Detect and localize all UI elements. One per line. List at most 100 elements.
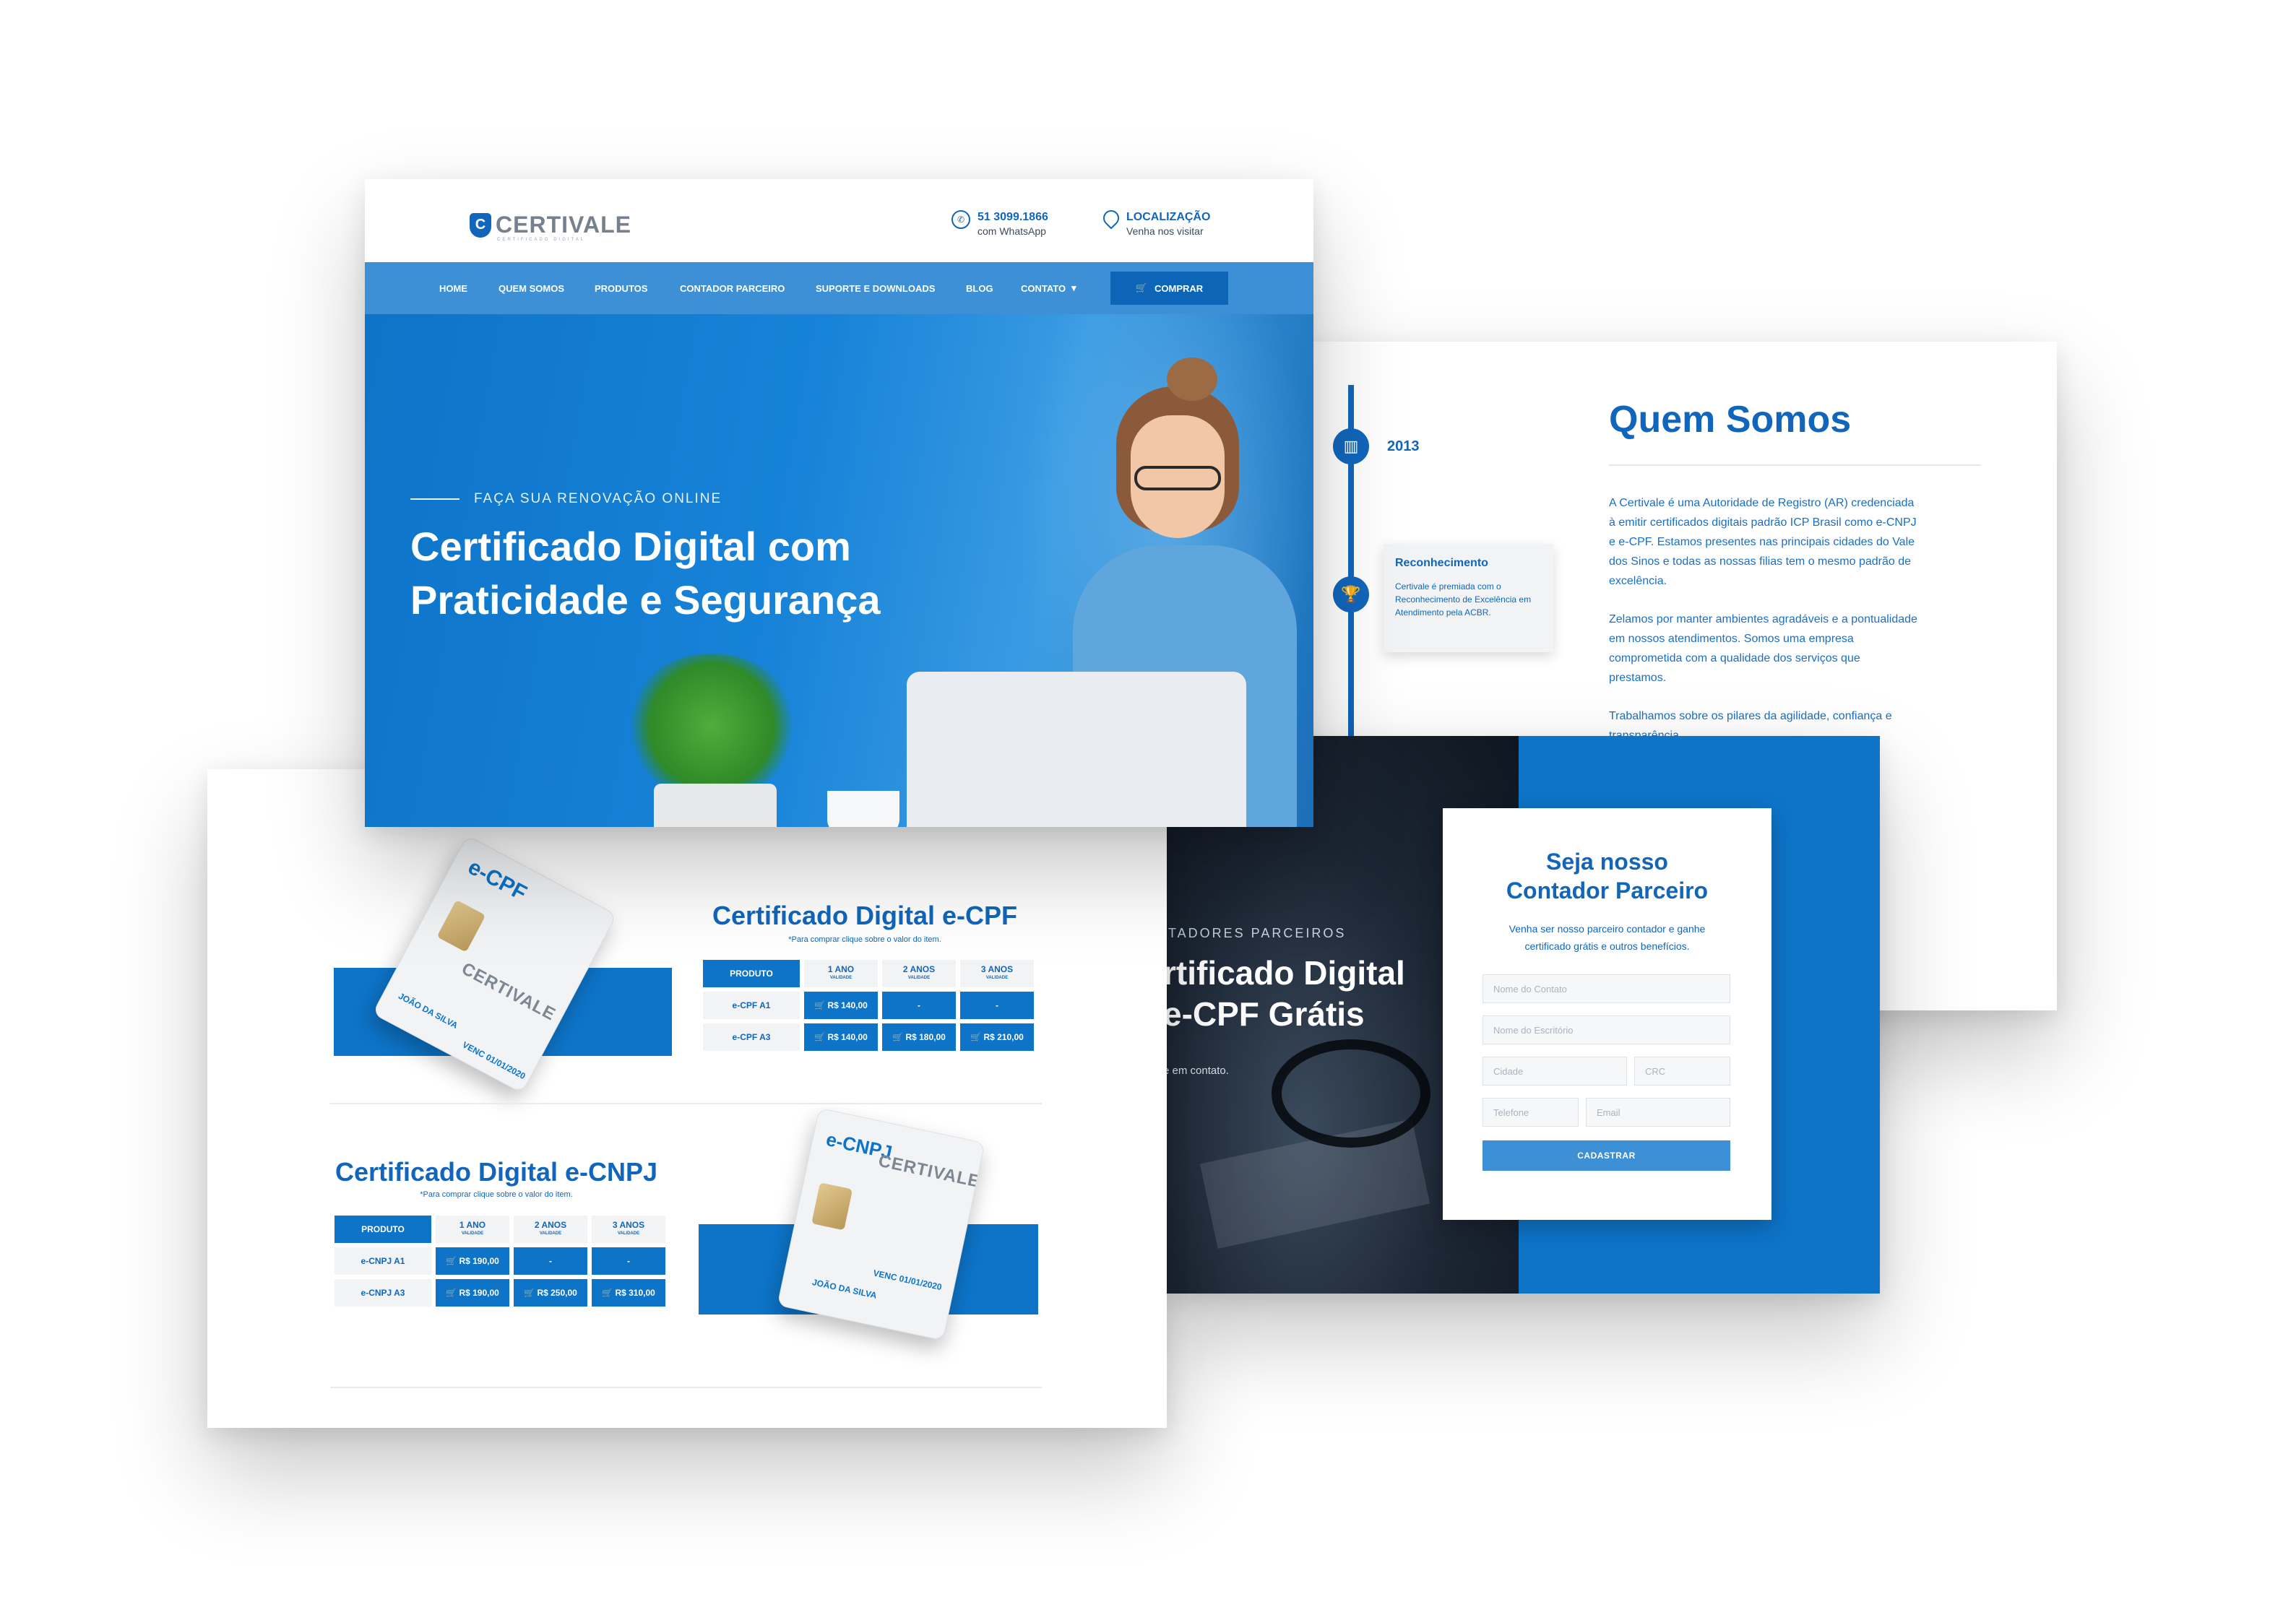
main-nav: HOME QUEM SOMOS PRODUTOS CONTADOR PARCEI… xyxy=(365,262,1313,314)
city-input[interactable]: Cidade xyxy=(1483,1057,1627,1086)
products-panel: e-CPF CERTIVALE JOÃO DA SILVA VENC 01/01… xyxy=(207,769,1167,1428)
price-button[interactable]: 🛒 R$ 210,00 xyxy=(960,1023,1034,1051)
partner-eyebrow: CONTADORES PARCEIROS xyxy=(1163,926,1347,940)
product-name: e-CNPJ A3 xyxy=(335,1279,431,1307)
price-value: R$ 250,00 xyxy=(537,1288,577,1298)
cnpj-note: *Para comprar clique sobre o valor do it… xyxy=(420,1190,573,1199)
table-row: e-CPF A1 🛒 R$ 140,00 - - xyxy=(703,992,1034,1019)
table-row: e-CNPJ A3 🛒 R$ 190,00 🛒 R$ 250,00 🛒 R$ 3… xyxy=(335,1279,665,1307)
price-button[interactable]: 🛒 R$ 180,00 xyxy=(882,1023,956,1051)
price-value: R$ 190,00 xyxy=(459,1288,499,1298)
price-button[interactable]: 🛒 R$ 190,00 xyxy=(436,1279,509,1307)
card-holder: JOÃO DA SILVA xyxy=(811,1277,878,1301)
top-header: C CERTIVALE CERTIFICADO DIGITAL ✆ 51 309… xyxy=(365,179,1313,262)
price-button[interactable]: 🛒 R$ 190,00 xyxy=(436,1247,509,1275)
eyebrow-line xyxy=(410,498,459,500)
card-expiry: VENC 01/01/2020 xyxy=(872,1268,943,1293)
price-value: R$ 210,00 xyxy=(983,1032,1024,1042)
about-paragraph: Zelamos por manter ambientes agradáveis … xyxy=(1609,613,1917,684)
building-icon: ▥ xyxy=(1333,428,1369,464)
buy-button[interactable]: 🛒 COMPRAR xyxy=(1110,272,1228,305)
phone-number: 51 3099.1866 xyxy=(977,211,1048,223)
nav-blog[interactable]: BLOG xyxy=(966,262,993,314)
price-button[interactable]: 🛒 R$ 310,00 xyxy=(592,1279,665,1307)
nav-suporte-downloads[interactable]: SUPORTE E DOWNLOADS xyxy=(816,262,935,314)
crc-input[interactable]: CRC xyxy=(1634,1057,1730,1086)
table-header-row: PRODUTO 1 ANO VALIDADE 2 ANOS VALIDADE 3 A… xyxy=(335,1216,665,1243)
column-header-label: 2 ANOS xyxy=(902,964,936,974)
brand-logo[interactable]: C CERTIVALE CERTIFICADO DIGITAL xyxy=(470,212,631,242)
price-button[interactable]: 🛒 R$ 250,00 xyxy=(514,1279,587,1307)
product-name: e-CPF A1 xyxy=(703,992,800,1019)
cpf-title: Certificado Digital e-CPF xyxy=(712,901,1018,930)
nav-produtos[interactable]: PRODUTOS xyxy=(595,262,647,314)
buy-label: COMPRAR xyxy=(1155,282,1204,294)
location-contact[interactable]: LOCALIZAÇÃO Venha nos visitar xyxy=(1100,207,1211,238)
column-header-1-year: 1 ANO VALIDADE xyxy=(804,960,878,987)
price-unavailable: - xyxy=(960,992,1034,1019)
price-unavailable: - xyxy=(514,1247,587,1275)
column-header-product: PRODUTO xyxy=(335,1216,431,1243)
phone-contact[interactable]: ✆ 51 3099.1866 com WhatsApp xyxy=(951,210,1048,238)
nav-contato[interactable]: CONTATO ▾ xyxy=(1021,262,1076,314)
partner-form-title: Seja nosso Contador Parceiro xyxy=(1443,847,1771,905)
office-name-input[interactable]: Nome do Escritório xyxy=(1483,1015,1730,1044)
product-name: e-CNPJ A1 xyxy=(335,1247,431,1275)
home-panel: C CERTIVALE CERTIFICADO DIGITAL ✆ 51 309… xyxy=(365,179,1313,827)
cart-icon: 🛒 xyxy=(1135,282,1147,293)
partner-form-title-line1: Seja nosso xyxy=(1546,849,1668,875)
brand-tagline: CERTIFICADO DIGITAL xyxy=(497,238,586,242)
nav-home[interactable]: HOME xyxy=(439,262,467,314)
chevron-down-icon: ▾ xyxy=(1071,282,1076,293)
cup-image xyxy=(827,791,899,827)
timeline-card-title: Reconhecimento xyxy=(1395,557,1488,569)
product-name: e-CPF A3 xyxy=(703,1023,800,1051)
mockup-stage: ▥ 2013 Reconhecimento Certivale é premia… xyxy=(0,0,2296,1607)
timeline-year: 2013 xyxy=(1387,438,1420,454)
column-header-sub: VALIDADE xyxy=(617,1231,640,1236)
plant-pot-image xyxy=(654,784,777,827)
column-header-sub: VALIDADE xyxy=(907,976,931,980)
brand-name: CERTIVALE xyxy=(496,212,631,238)
register-button[interactable]: CADASTRAR xyxy=(1483,1140,1730,1171)
column-header-sub: VALIDADE xyxy=(829,976,853,980)
hero-banner: FAÇA SUA RENOVAÇÃO ONLINE Certificado Di… xyxy=(365,314,1313,827)
column-header-label: 3 ANOS xyxy=(980,964,1014,974)
table-header-row: PRODUTO 1 ANO VALIDADE 2 ANOS VALIDADE 3 A… xyxy=(703,960,1034,987)
nav-contador-parceiro[interactable]: CONTADOR PARCEIRO xyxy=(680,262,785,314)
card-brand: CERTIVALE xyxy=(458,958,559,1025)
card-logo: e-CPF xyxy=(464,854,531,906)
column-header-sub: VALIDADE xyxy=(985,976,1009,980)
card-expiry: VENC 01/01/2020 xyxy=(460,1039,527,1082)
nav-quem-somos[interactable]: QUEM SOMOS xyxy=(499,262,564,314)
timeline-card: Reconhecimento Certivale é premiada com … xyxy=(1384,544,1553,652)
hero-eyebrow-text: FAÇA SUA RENOVAÇÃO ONLINE xyxy=(474,491,722,506)
partner-title-line2: e-CPF Grátis xyxy=(1163,995,1365,1033)
location-pin-icon xyxy=(1100,207,1123,230)
price-button[interactable]: 🛒 R$ 140,00 xyxy=(804,992,878,1019)
cpf-price-table: PRODUTO 1 ANO VALIDADE 2 ANOS VALIDADE 3 A… xyxy=(699,956,1038,1055)
timeline-card-text: Certivale é premiada com o Reconheciment… xyxy=(1395,581,1532,618)
card-chip xyxy=(811,1182,853,1231)
about-divider xyxy=(1609,464,1981,466)
price-value: R$ 140,00 xyxy=(827,1000,868,1010)
column-header-label: 1 ANO xyxy=(827,964,855,974)
about-title: Quem Somos xyxy=(1609,399,1852,441)
location-label: LOCALIZAÇÃO xyxy=(1126,211,1211,223)
column-header-sub: VALIDADE xyxy=(461,1231,484,1236)
plant-image xyxy=(625,654,798,798)
section-divider xyxy=(330,1387,1042,1388)
price-button[interactable]: 🛒 R$ 140,00 xyxy=(804,1023,878,1051)
shield-logo-icon: C xyxy=(470,212,491,238)
location-subtitle: Venha nos visitar xyxy=(1126,225,1204,237)
contact-name-input[interactable]: Nome do Contato xyxy=(1483,974,1730,1003)
section-divider xyxy=(330,1103,1042,1104)
hero-title-line1: Certificado Digital com xyxy=(410,524,851,569)
email-input[interactable]: Email xyxy=(1586,1098,1730,1127)
phone-input[interactable]: Telefone xyxy=(1483,1098,1579,1127)
trophy-icon: 🏆 xyxy=(1333,576,1369,612)
column-header-1-year: 1 ANO VALIDADE xyxy=(436,1216,509,1243)
card-holder: JOÃO DA SILVA xyxy=(397,990,460,1031)
price-value: R$ 310,00 xyxy=(615,1288,655,1298)
nav-contato-label: CONTATO xyxy=(1021,282,1066,294)
